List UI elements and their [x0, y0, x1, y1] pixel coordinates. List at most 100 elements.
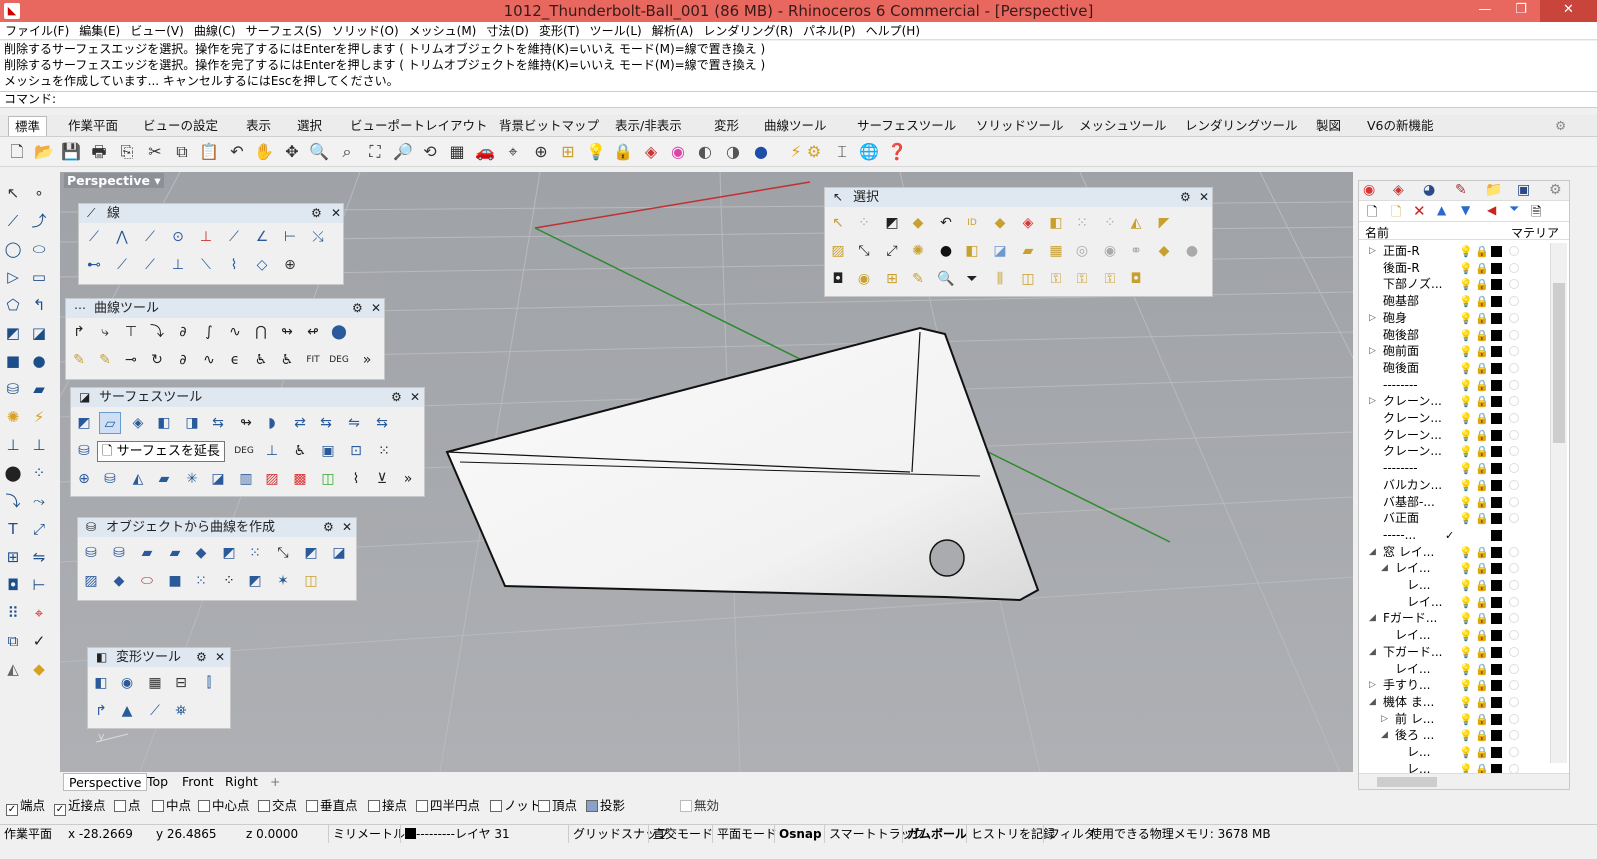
tab-background-bitmap[interactable]: 背景ビットマップ — [493, 116, 605, 136]
rebuild-curve-icon[interactable]: ∿ — [224, 321, 246, 343]
layer-color-swatch[interactable] — [1491, 730, 1502, 742]
array-icon[interactable]: ⊞ — [2, 546, 24, 568]
patch-icon[interactable]: ◭ — [127, 468, 149, 490]
duplicate-edge-icon[interactable]: ▰ — [136, 542, 158, 564]
layer-name[interactable]: 砲基部 — [1383, 293, 1419, 310]
zoom-window-icon[interactable]: ⌕ — [336, 141, 358, 163]
material-swatch[interactable] — [1509, 546, 1519, 557]
menu-dimension[interactable]: 寸法(D) — [481, 22, 534, 40]
surface-points-icon[interactable]: ⊡ — [345, 440, 367, 462]
lock-icon[interactable]: 🔒 — [1475, 427, 1489, 444]
menu-mesh[interactable]: メッシュ(M) — [404, 22, 482, 40]
layers-icon[interactable]: ◈ — [640, 141, 662, 163]
new-sublayer-icon[interactable]: 🗋 — [1391, 203, 1401, 225]
layer-color-swatch[interactable] — [1491, 613, 1502, 625]
offset-surface-icon[interactable]: ◧ — [153, 412, 175, 434]
current-layer-check-icon[interactable]: ✓ — [1445, 527, 1454, 544]
more-tools-icon[interactable]: » — [397, 468, 419, 490]
visibility-bulb-icon[interactable]: 💡 — [1459, 744, 1473, 761]
layer-row[interactable]: 砲後部 💡 🔒 — [1359, 327, 1549, 344]
menu-file[interactable]: ファイル(F) — [0, 22, 74, 40]
rebuild-surface-icon[interactable]: ⇆ — [315, 412, 337, 434]
extract-isocurve-icon[interactable]: ◩ — [300, 542, 322, 564]
lock-icon[interactable]: 🔒 — [1475, 310, 1489, 327]
surface-extrude-icon[interactable]: ◪ — [28, 322, 50, 344]
rendered-sphere-icon[interactable]: ● — [750, 141, 772, 163]
curve-tools-panel-header[interactable]: ⋯ 曲線ツール ⚙ ✕ — [66, 299, 384, 318]
layer-name[interactable]: 手すり... — [1383, 677, 1430, 694]
layer-color-swatch[interactable] — [1491, 479, 1502, 491]
tab-v6-new[interactable]: V6の新機能 — [1361, 116, 1440, 136]
select-id-icon[interactable]: ID — [961, 212, 983, 234]
transform-panel-header[interactable]: ◧ 変形ツール ⚙ ✕ — [88, 648, 230, 667]
menu-view[interactable]: ビュー(V) — [125, 22, 189, 40]
globe-icon[interactable]: 🌐 — [858, 141, 880, 163]
material-swatch[interactable] — [1509, 463, 1519, 474]
zoom-icon[interactable]: 🔍 — [308, 141, 330, 163]
undo-view-icon[interactable]: ⟲ — [419, 141, 441, 163]
fillet-curve-icon[interactable]: ↰ — [28, 294, 50, 316]
visibility-bulb-icon[interactable]: 💡 — [1459, 310, 1473, 327]
curve-box-icon[interactable]: ◫ — [300, 570, 322, 592]
select-closed-icon[interactable]: ◪ — [989, 240, 1011, 262]
osnap-point[interactable]: 点 — [114, 797, 141, 815]
bend-icon[interactable]: ⧉ — [2, 630, 24, 652]
sphere-icon[interactable]: ● — [28, 350, 50, 372]
expand-toggle-icon[interactable]: ▷ — [1369, 310, 1376, 327]
mesh-icon[interactable]: ◭ — [2, 658, 24, 680]
layer-row[interactable]: ◢ 後ろ ... 💡 🔒 — [1359, 727, 1549, 744]
expand-toggle-icon[interactable]: ◢ — [1381, 727, 1388, 744]
person-surface-icon[interactable]: ♿ — [289, 440, 311, 462]
light-icon[interactable]: ✺ — [2, 406, 24, 428]
material-swatch[interactable] — [1509, 630, 1519, 641]
panel-gear-icon[interactable]: ⚙ — [311, 204, 322, 223]
curve-from-mesh-icon[interactable]: ▨ — [80, 570, 102, 592]
lock-icon[interactable]: 🔒 — [1475, 761, 1489, 773]
select-keys-icon[interactable]: ⚿ — [1099, 268, 1121, 290]
expand-toggle-icon[interactable]: ▷ — [1369, 393, 1376, 410]
select-comb-icon[interactable]: ⫼ — [989, 268, 1011, 290]
select-link-icon[interactable]: ⚭ — [1125, 240, 1147, 262]
layer-color-swatch[interactable] — [1491, 413, 1502, 424]
visibility-bulb-icon[interactable]: 💡 — [1459, 677, 1473, 694]
layers-tab-icon[interactable]: ◈ — [1393, 182, 1404, 198]
material-tab-icon[interactable]: ✎ — [1455, 182, 1467, 198]
symmetry-surface-icon[interactable]: ⇄ — [289, 412, 311, 434]
curve-mesh-icon[interactable]: ◆ — [108, 570, 130, 592]
layer-color-swatch[interactable] — [1491, 596, 1502, 608]
layer-name[interactable]: 後面-R — [1383, 260, 1420, 277]
smash-icon[interactable]: ⟋ — [144, 700, 166, 722]
tab-visibility[interactable]: 表示/非表示 — [609, 116, 688, 136]
undo-icon[interactable]: ↶ — [226, 141, 248, 163]
layer-row[interactable]: -----... ✓ — [1359, 527, 1549, 544]
lock-icon[interactable]: 🔒 — [1475, 627, 1489, 644]
lock-icon[interactable]: 🔒 — [1475, 744, 1489, 761]
plane-surface-icon[interactable]: ▰ — [153, 468, 175, 490]
layer-name[interactable]: 窓 レイ... — [1383, 544, 1434, 561]
layer-name[interactable]: -------- — [1383, 377, 1418, 394]
select-swirl-icon[interactable]: ◎ — [1071, 240, 1093, 262]
layers-horizontal-scrollbar[interactable] — [1359, 773, 1569, 789]
material-swatch[interactable] — [1509, 563, 1519, 574]
layer-name[interactable]: クレーン... — [1383, 410, 1442, 427]
lock-icon[interactable]: 🔒 — [1475, 711, 1489, 728]
lock-icon[interactable]: 🔒 — [1475, 677, 1489, 694]
visibility-bulb-icon[interactable]: 💡 — [1459, 327, 1473, 344]
material-swatch[interactable] — [1509, 312, 1519, 323]
select-points-icon[interactable]: ⁙ — [1071, 212, 1093, 234]
visibility-bulb-icon[interactable]: 💡 — [1459, 494, 1473, 511]
panel-close-icon[interactable]: ✕ — [331, 204, 341, 223]
layer-row[interactable]: クレーン... 💡 🔒 — [1359, 410, 1549, 427]
layer-row[interactable]: レイ... 💡 🔒 — [1359, 594, 1549, 611]
layer-color-swatch[interactable] — [1491, 429, 1502, 441]
pan-icon[interactable]: ✋ — [253, 141, 275, 163]
tab-solid-tools[interactable]: ソリッドツール — [970, 116, 1070, 136]
checkbox[interactable] — [416, 800, 428, 812]
lock-icon[interactable]: 🔒 — [1475, 477, 1489, 494]
material-swatch[interactable] — [1509, 279, 1519, 290]
layer-color-swatch[interactable] — [1491, 763, 1502, 773]
osnap-mid[interactable]: 中点 — [152, 797, 191, 815]
four-viewports-icon[interactable]: ▦ — [446, 141, 468, 163]
select-planar-icon[interactable]: ▰ — [1017, 240, 1039, 262]
line-from-midpoint-icon[interactable]: ⟋ — [111, 254, 133, 276]
